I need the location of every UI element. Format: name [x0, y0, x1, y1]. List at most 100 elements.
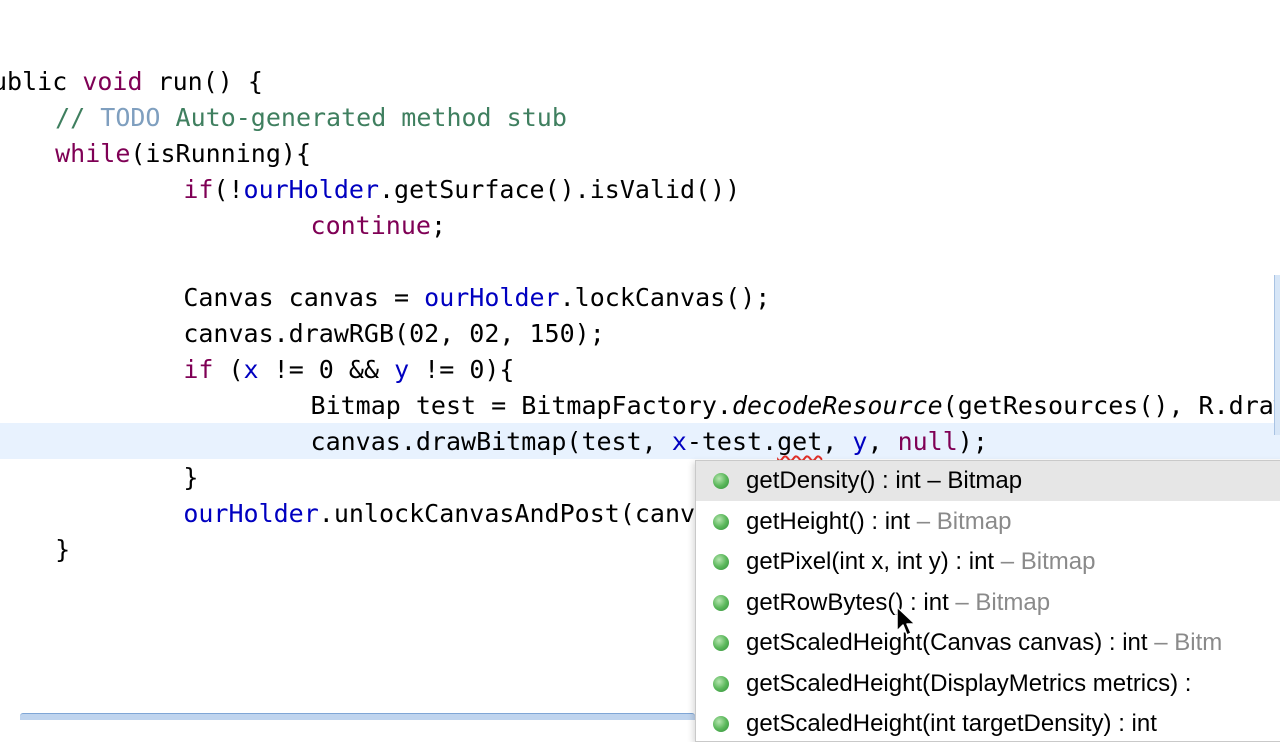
code-token: .getSurface().isValid())	[379, 175, 741, 204]
code-line: ublic void run() {	[0, 64, 263, 100]
code-token: }	[183, 463, 199, 492]
proposal-signature: getScaledHeight(DisplayMetrics metrics) …	[746, 669, 1192, 697]
code-line: ourHolder.unlockCanvasAndPost(canvas	[93, 496, 725, 532]
code-token: .unlockCanvasAndPost(canvas	[318, 499, 726, 528]
code-token: (isRunning){	[130, 139, 311, 168]
code-line: canvas.drawBitmap(test, x-test.get, y, n…	[160, 424, 988, 460]
code-token: );	[957, 427, 988, 456]
code-token: Auto-generated method stub	[160, 103, 567, 132]
code-token: //	[55, 103, 101, 132]
proposal-owner: – Bitmap	[910, 507, 1012, 535]
code-token: ourHolder	[243, 175, 379, 204]
proposal-signature: getScaledHeight(Canvas canvas) : int	[746, 629, 1148, 656]
proposal-owner: – Bitmap	[994, 548, 1096, 575]
code-token: ourHolder	[424, 283, 560, 312]
proposal-label: getScaledHeight(int targetDensity) : int	[746, 704, 1157, 741]
code-token: ;	[430, 211, 446, 240]
proposal-owner: – Bitmap	[948, 588, 1051, 616]
code-line: canvas.drawRGB(02, 02, 150);	[93, 316, 605, 352]
code-token: continue	[310, 211, 431, 240]
code-token: != 0 &&	[258, 355, 395, 384]
code-token: if	[183, 175, 214, 204]
code-token: void	[82, 67, 143, 96]
code-line: Bitmap test = BitmapFactory.decodeResour…	[160, 388, 1280, 424]
code-token: canvas.drawBitmap(test,	[310, 427, 672, 456]
code-line: if (x != 0 && y != 0){	[93, 352, 514, 388]
code-token: Canvas canvas =	[183, 283, 425, 312]
horizontal-scrollbar[interactable]	[20, 713, 695, 720]
proposal-item[interactable]: getDensity() : int – Bitmap	[696, 461, 1280, 501]
code-line: }	[93, 460, 198, 496]
code-token: (	[213, 355, 244, 384]
proposal-item[interactable]: getScaledHeight(int targetDensity) : int	[696, 704, 1280, 741]
proposal-signature: getRowBytes() : int	[746, 588, 949, 616]
proposal-signature: getHeight() : int	[746, 507, 911, 535]
code-token: run() {	[142, 67, 263, 96]
code-line: if(!ourHolder.getSurface().isValid())	[93, 172, 740, 208]
proposal-item[interactable]: getRowBytes() : int – Bitmap	[696, 583, 1280, 623]
code-line: while(isRunning){	[25, 136, 311, 172]
proposal-label: getScaledHeight(DisplayMetrics metrics) …	[746, 664, 1191, 704]
mouse-pointer-icon	[896, 606, 916, 636]
proposal-signature: getDensity() : int	[746, 467, 921, 494]
code-token: y	[394, 355, 410, 384]
code-line: // TODO Auto-generated method stub	[25, 100, 567, 136]
proposal-label: getPixel(int x, int y) : int – Bitmap	[746, 542, 1095, 582]
code-token: y	[852, 427, 868, 456]
proposal-label: getScaledHeight(Canvas canvas) : int – B…	[746, 623, 1222, 663]
code-token: -test.	[686, 427, 778, 456]
code-line: Canvas canvas = ourHolder.lockCanvas();	[93, 280, 770, 316]
code-token: get	[777, 427, 823, 456]
code-token: decodeResource	[731, 391, 943, 420]
code-token: .lockCanvas();	[559, 283, 771, 312]
public-method-icon	[713, 594, 729, 611]
proposal-signature: getScaledHeight(int targetDensity) : int	[746, 710, 1157, 737]
code-token: ,	[867, 427, 898, 456]
code-token: ourHolder	[183, 499, 319, 528]
public-method-icon	[713, 635, 729, 651]
code-token: ublic	[0, 67, 83, 96]
code-token: null	[897, 427, 958, 456]
proposal-item[interactable]: getScaledHeight(DisplayMetrics metrics) …	[696, 664, 1280, 704]
proposal-owner: – Bitmap	[920, 467, 1023, 494]
code-line: continue;	[160, 208, 446, 244]
proposal-item[interactable]: getPixel(int x, int y) : int – Bitmap	[696, 542, 1280, 582]
public-method-icon	[713, 554, 729, 570]
proposal-item[interactable]: getScaledHeight(Canvas canvas) : int – B…	[696, 623, 1280, 663]
public-method-icon	[713, 675, 729, 692]
code-token: (getResources(), R.drawa	[942, 391, 1280, 420]
public-method-icon	[713, 716, 729, 732]
proposal-item[interactable]: getHeight() : int – Bitmap	[696, 502, 1280, 542]
proposal-label: getHeight() : int – Bitmap	[746, 502, 1011, 542]
overview-ruler[interactable]	[1274, 275, 1280, 435]
code-token: x	[243, 355, 259, 384]
code-line: }	[25, 532, 70, 568]
content-assist-popup[interactable]: getDensity() : int – Bitmap getHeight() :…	[695, 460, 1280, 742]
code-token: x	[671, 427, 687, 456]
proposal-label: getDensity() : int – Bitmap	[746, 461, 1022, 501]
code-token: (!	[213, 175, 244, 204]
proposal-signature: getPixel(int x, int y) : int	[746, 548, 995, 575]
code-token: while	[55, 139, 131, 168]
public-method-icon	[713, 473, 729, 489]
code-token: if	[183, 355, 214, 384]
code-token: ,	[822, 427, 853, 456]
public-method-icon	[713, 513, 729, 530]
code-token: Bitmap test = BitmapFactory.	[310, 391, 732, 420]
code-token: }	[55, 535, 71, 564]
code-token: != 0){	[409, 355, 515, 384]
proposal-owner: – Bitm	[1147, 629, 1223, 656]
code-token: canvas.drawRGB(02, 02, 150);	[183, 319, 605, 348]
